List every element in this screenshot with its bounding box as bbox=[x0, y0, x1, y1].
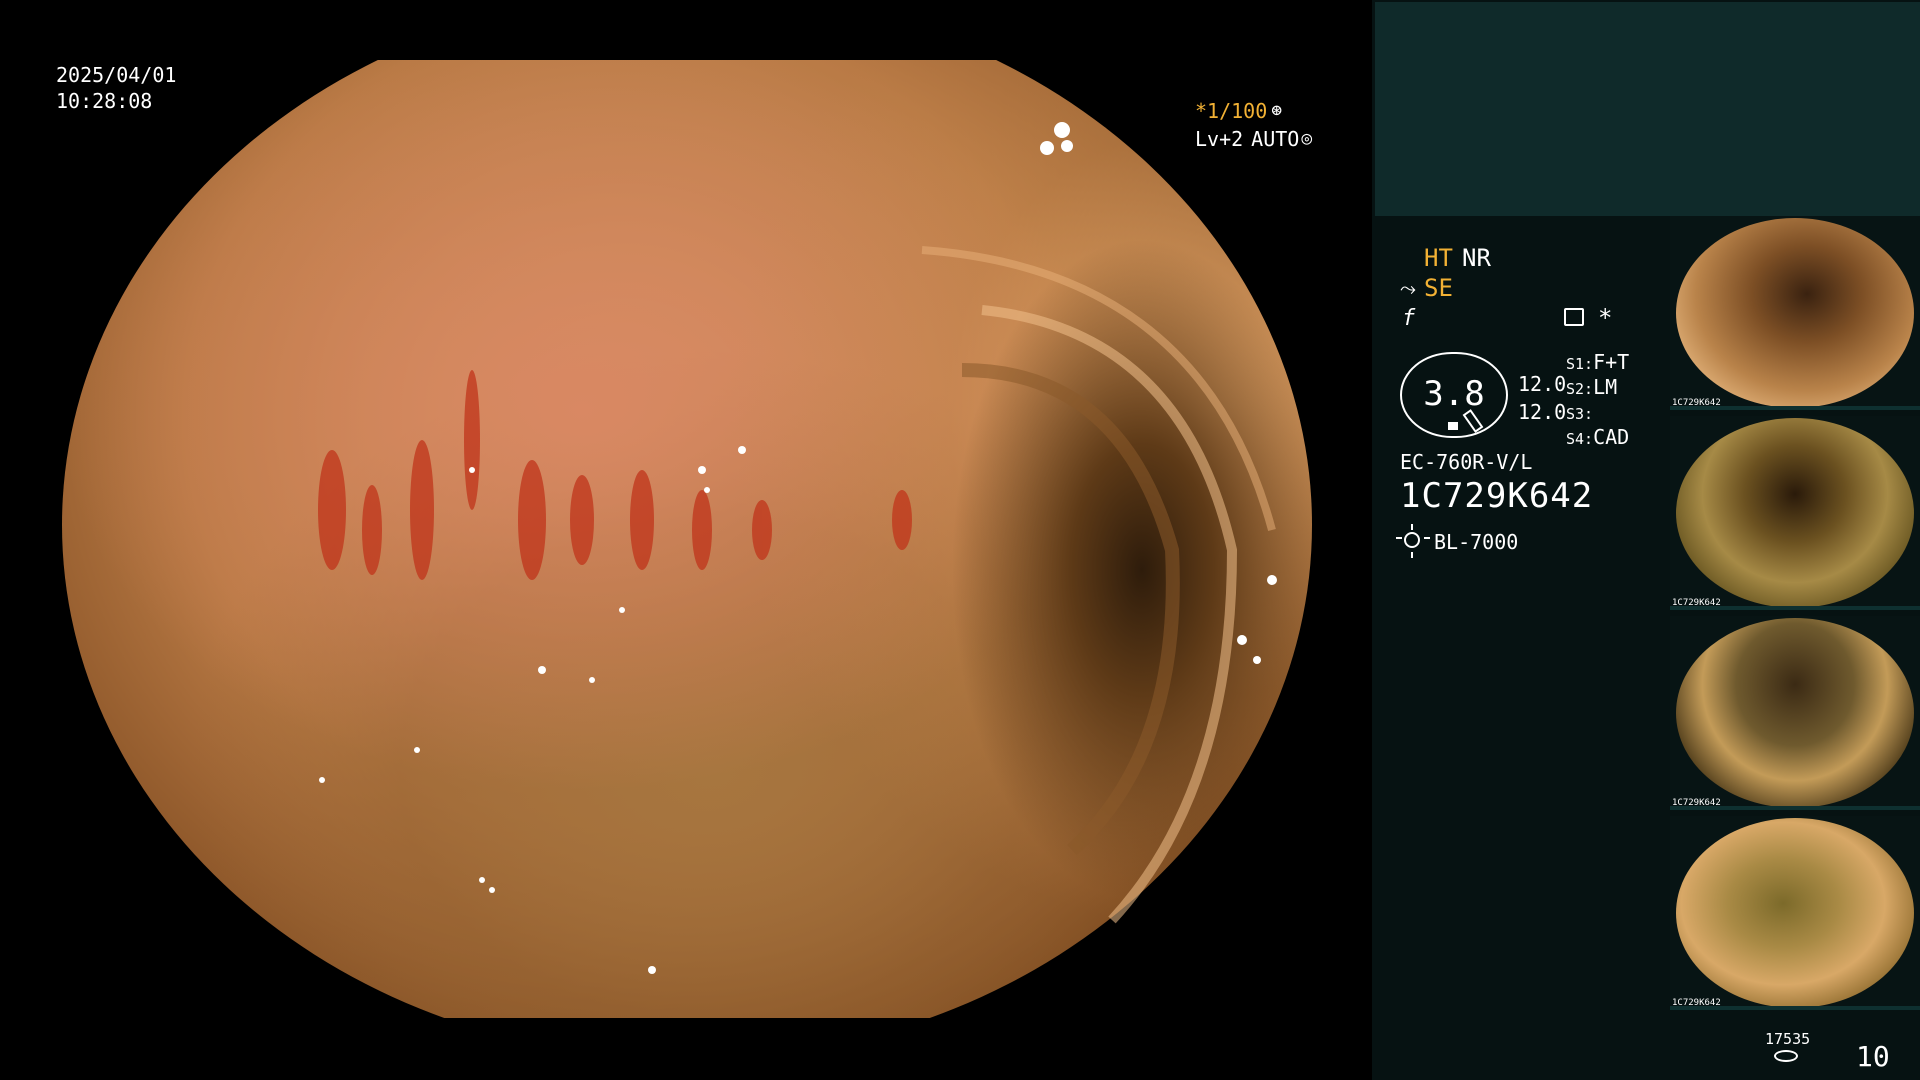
brightness-indicator: Lv+2 AUTO ◎ bbox=[1195, 126, 1312, 152]
slot-2: S2:LM bbox=[1566, 375, 1618, 399]
capture-thumbnail[interactable]: 1C729K642 bbox=[1670, 816, 1920, 1010]
scope-info: HT NR ⤳ SE f * 3.8 12.0 12.0 S1:F+T S2:L… bbox=[1390, 230, 1670, 610]
nr-label: NR bbox=[1462, 244, 1491, 272]
slot-3: S3: bbox=[1566, 405, 1594, 423]
endoscope-view: 2025/04/01 10:28:08 *1/100 ⊛ Lv+2 AUTO ◎ bbox=[0, 0, 1372, 1080]
thumbnail-image bbox=[1676, 218, 1914, 408]
light-source-icon bbox=[1396, 524, 1430, 558]
thumbnail-image bbox=[1676, 618, 1914, 808]
exam-date: 2025/04/01 bbox=[56, 63, 177, 87]
thumbnail-divider bbox=[1670, 1006, 1920, 1010]
zoom-badge: 3.8 bbox=[1400, 352, 1508, 438]
function-icon: f bbox=[1402, 306, 1416, 331]
exam-time: 10:28:08 bbox=[56, 89, 153, 113]
capture-thumbnail[interactable]: 1C729K642 bbox=[1670, 416, 1920, 610]
disk-icon bbox=[1774, 1050, 1798, 1062]
zoom-marker-icon bbox=[1448, 422, 1458, 430]
storage-count: 17535 bbox=[1765, 1030, 1811, 1048]
scope-serial: 1C729K642 bbox=[1400, 476, 1594, 516]
iris-mode: AUTO bbox=[1251, 127, 1300, 151]
iris-icon: ◎ bbox=[1301, 128, 1313, 149]
thumbnail-divider bbox=[1670, 406, 1920, 410]
capture-thumbnail[interactable]: 1C729K642 bbox=[1670, 616, 1920, 810]
view-mask-top bbox=[0, 0, 1372, 60]
ht-label: HT bbox=[1424, 244, 1453, 272]
scope-model: EC-760R-V/L bbox=[1400, 450, 1533, 474]
thumbnail-divider bbox=[1670, 806, 1920, 810]
settings-icon bbox=[1564, 308, 1584, 326]
thumbnail-divider bbox=[1670, 606, 1920, 610]
panel-header-block bbox=[1375, 2, 1920, 216]
thumbnail-image bbox=[1676, 418, 1914, 608]
structure-enhance-icon: ⤳ bbox=[1400, 276, 1416, 300]
value-b: 12.0 bbox=[1518, 400, 1567, 424]
value-a: 12.0 bbox=[1518, 372, 1567, 396]
brightness-level: Lv+2 bbox=[1195, 127, 1244, 151]
thumbnail-image bbox=[1676, 818, 1914, 1008]
capture-thumbnail[interactable]: 1C729K642 bbox=[1670, 216, 1920, 410]
asterisk-indicator: * bbox=[1598, 304, 1613, 332]
view-mask-bottom bbox=[0, 1018, 1372, 1080]
endoscope-detail-overlay bbox=[318, 122, 1277, 974]
shutter-indicator: *1/100 ⊛ bbox=[1195, 98, 1372, 124]
shutter-value: *1/100 bbox=[1195, 99, 1268, 123]
frame-count: 10 bbox=[1856, 1040, 1890, 1073]
shutter-icon: ⊛ bbox=[1271, 100, 1283, 121]
zoom-value: 3.8 bbox=[1423, 374, 1485, 414]
slot-4: S4:CAD bbox=[1566, 425, 1630, 449]
light-source-label: BL-7000 bbox=[1434, 530, 1519, 554]
slot-1: S1:F+T bbox=[1566, 350, 1630, 374]
se-label: SE bbox=[1424, 274, 1453, 302]
